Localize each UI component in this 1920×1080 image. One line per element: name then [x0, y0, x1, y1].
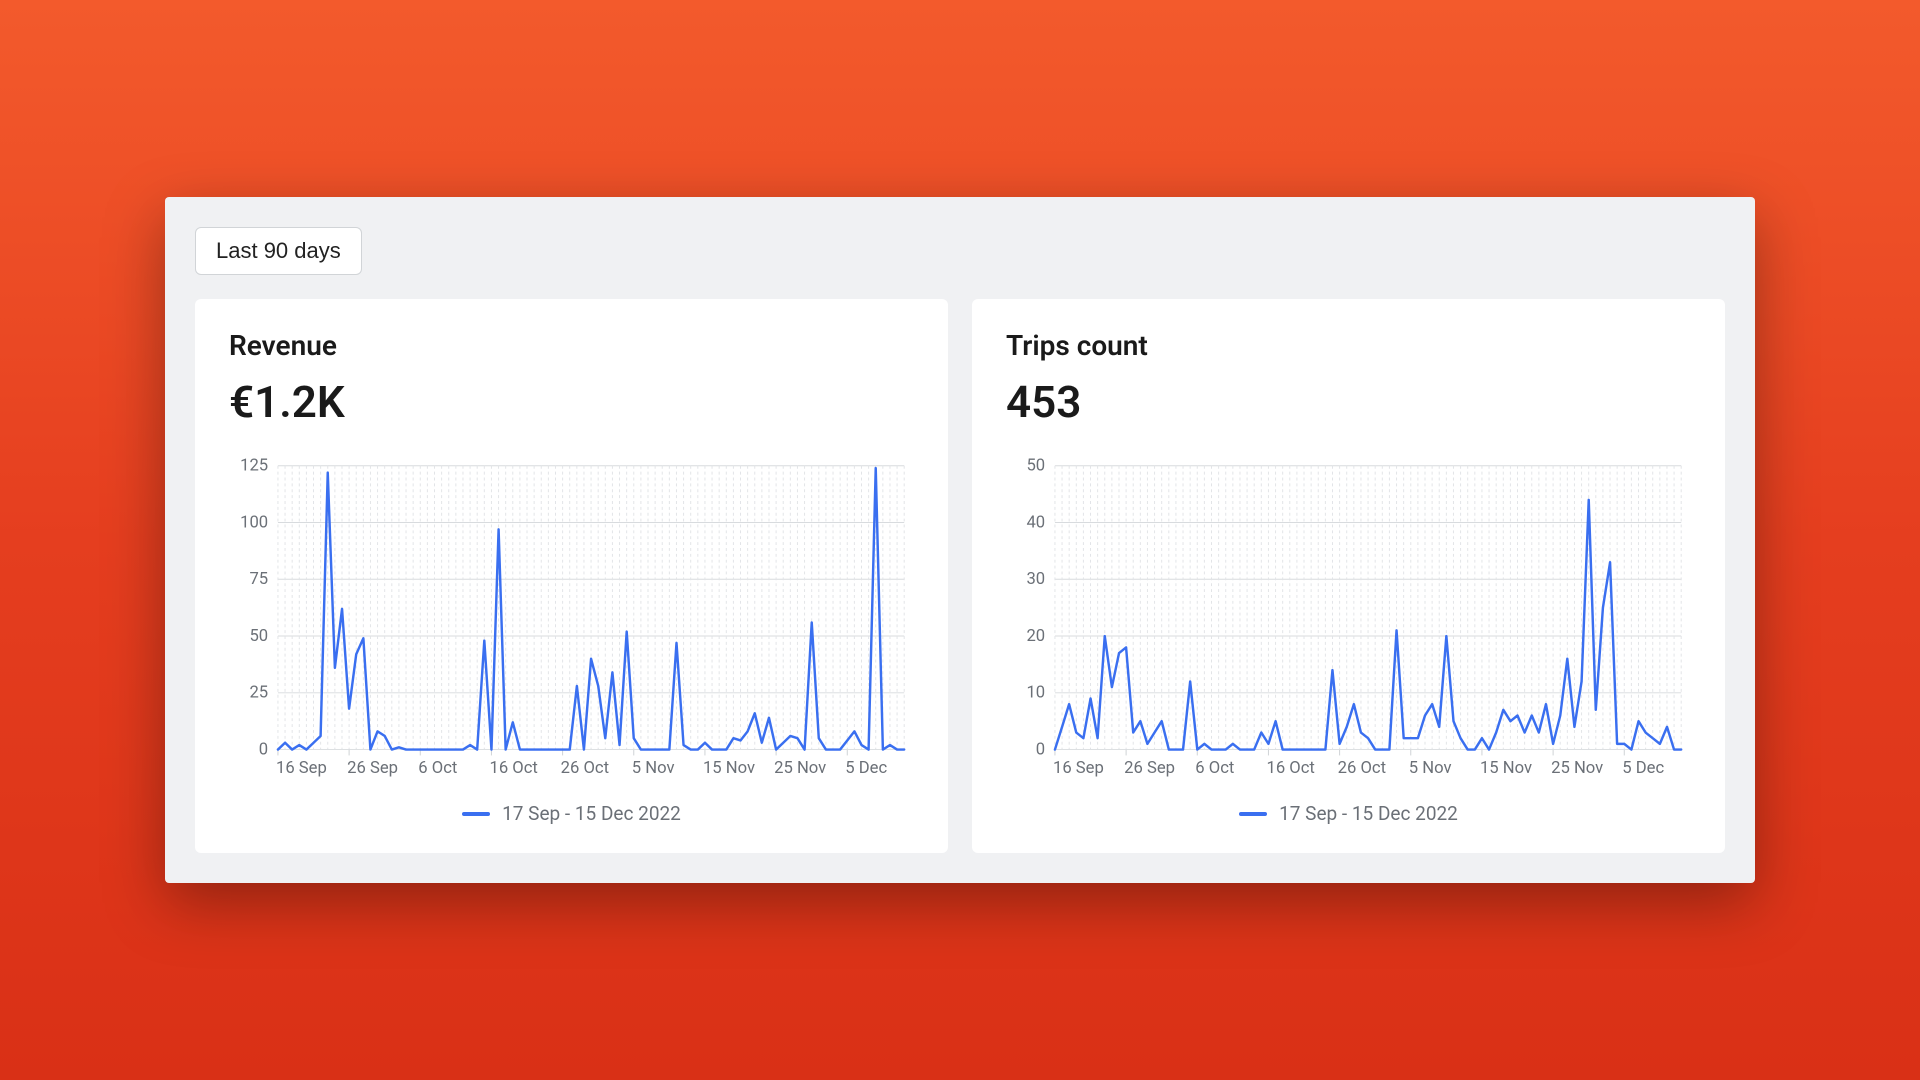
svg-text:15 Nov: 15 Nov	[1480, 759, 1532, 778]
svg-text:75: 75	[249, 570, 268, 589]
svg-text:16 Oct: 16 Oct	[1266, 759, 1314, 778]
svg-text:16 Sep: 16 Sep	[276, 759, 327, 778]
svg-text:25 Nov: 25 Nov	[774, 759, 826, 778]
svg-text:16 Oct: 16 Oct	[489, 759, 537, 778]
trips-chart-svg: 0 10 20 30 40 50 16 Sep 26 Sep 6 Oct 16 Oct 26 Oct…	[1006, 456, 1691, 789]
svg-text:16 Sep: 16 Sep	[1053, 759, 1104, 778]
svg-text:30: 30	[1026, 570, 1045, 589]
svg-text:40: 40	[1026, 513, 1045, 532]
svg-text:6 Oct: 6 Oct	[1195, 759, 1234, 778]
revenue-chart-svg: 0 25 50 75 100 125 16 Sep 26 Sep 6 Oct 16 Oct 26 O…	[229, 456, 914, 789]
card-trips-value: 453	[1006, 376, 1691, 428]
svg-text:25: 25	[249, 683, 268, 702]
date-range-button[interactable]: Last 90 days	[195, 227, 362, 275]
card-revenue: Revenue €1.2K 0 25 50 75 100 125 16 Sep 26 Sep 6…	[195, 299, 948, 854]
card-trips: Trips count 453 0 10 20 30 40 50 16 Sep 26 Sep 6…	[972, 299, 1725, 854]
svg-text:5 Nov: 5 Nov	[1409, 759, 1452, 778]
svg-text:5 Nov: 5 Nov	[632, 759, 675, 778]
trips-legend: 17 Sep - 15 Dec 2022	[1006, 802, 1691, 825]
svg-text:20: 20	[1026, 627, 1045, 646]
svg-text:26 Sep: 26 Sep	[347, 759, 398, 778]
svg-text:50: 50	[249, 627, 268, 646]
svg-text:15 Nov: 15 Nov	[703, 759, 755, 778]
svg-text:5 Dec: 5 Dec	[1622, 759, 1664, 778]
svg-text:0: 0	[1036, 740, 1045, 759]
svg-text:0: 0	[259, 740, 268, 759]
revenue-legend: 17 Sep - 15 Dec 2022	[229, 802, 914, 825]
svg-text:26 Oct: 26 Oct	[1338, 759, 1386, 778]
dashboard-panel: Last 90 days Revenue €1.2K 0255075100125…	[165, 197, 1755, 884]
svg-text:125: 125	[240, 456, 268, 475]
trips-legend-label: 17 Sep - 15 Dec 2022	[1279, 802, 1458, 825]
legend-swatch-icon	[1239, 812, 1267, 816]
svg-text:100: 100	[240, 513, 268, 532]
svg-text:26 Oct: 26 Oct	[561, 759, 609, 778]
cards-row: Revenue €1.2K 025507510012516 Sep26 Sep6…	[195, 299, 1725, 854]
svg-text:26 Sep: 26 Sep	[1124, 759, 1175, 778]
card-revenue-title: Revenue	[229, 329, 914, 362]
trips-chart: 0 10 20 30 40 50 16 Sep 26 Sep 6 Oct 16 Oct 26 Oct…	[1006, 456, 1691, 826]
svg-text:50: 50	[1026, 456, 1045, 475]
card-revenue-value: €1.2K	[229, 376, 914, 428]
svg-text:10: 10	[1026, 683, 1045, 702]
svg-text:6 Oct: 6 Oct	[418, 759, 457, 778]
card-trips-title: Trips count	[1006, 329, 1691, 362]
svg-text:5 Dec: 5 Dec	[845, 759, 887, 778]
revenue-chart: 0 25 50 75 100 125 16 Sep 26 Sep 6 Oct 16 Oct 26 O…	[229, 456, 914, 826]
svg-text:25 Nov: 25 Nov	[1551, 759, 1603, 778]
legend-swatch-icon	[462, 812, 490, 816]
revenue-legend-label: 17 Sep - 15 Dec 2022	[502, 802, 681, 825]
